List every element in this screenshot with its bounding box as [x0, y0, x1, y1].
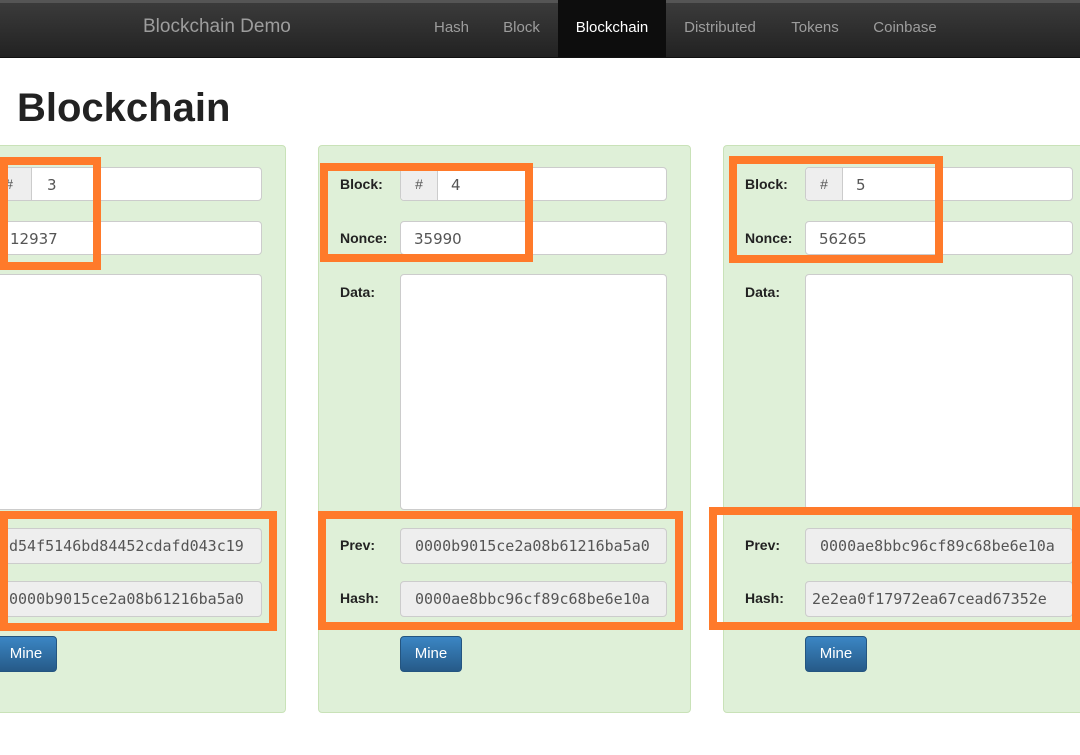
data-textarea[interactable] [400, 274, 667, 510]
nav-item-hash[interactable]: Hash [420, 0, 483, 57]
highlight-box [0, 157, 101, 270]
data-label: Data: [340, 284, 376, 300]
nav-item-tokens[interactable]: Tokens [776, 0, 854, 57]
highlight-box [320, 163, 533, 262]
mine-button[interactable]: Mine [400, 636, 462, 672]
highlight-box [709, 507, 1080, 630]
page-title: Blockchain [17, 86, 231, 130]
data-textarea[interactable] [0, 274, 262, 510]
mine-button[interactable]: Mine [805, 636, 867, 672]
highlight-box [318, 511, 683, 630]
nav-item-coinbase[interactable]: Coinbase [860, 0, 950, 57]
nav-item-blockchain[interactable]: Blockchain [558, 0, 666, 57]
nav-item-block[interactable]: Block [489, 0, 554, 57]
data-label: Data: [745, 284, 781, 300]
navbar: Blockchain Demo Hash Block Blockchain Di… [0, 0, 1080, 58]
nav-item-distributed[interactable]: Distributed [670, 0, 770, 57]
mine-button[interactable]: Mine [0, 636, 57, 672]
brand-link[interactable]: Blockchain Demo [143, 16, 291, 38]
highlight-box [0, 511, 277, 631]
data-textarea[interactable] [805, 274, 1073, 510]
highlight-box [729, 156, 943, 263]
